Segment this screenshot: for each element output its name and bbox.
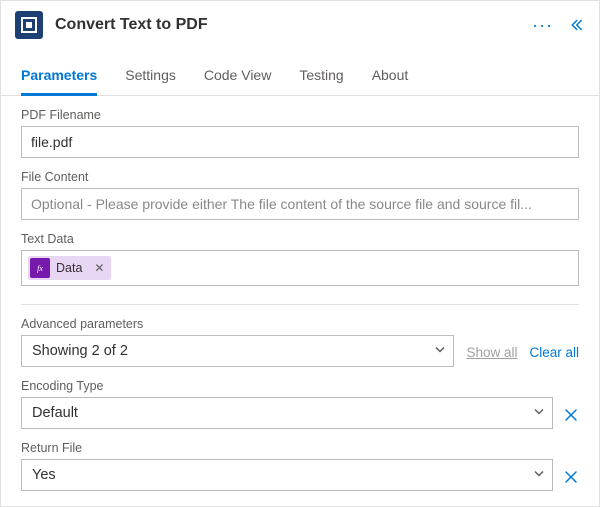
panel-title: Convert Text to PDF (55, 16, 532, 34)
encoding-remove-button[interactable] (563, 407, 579, 429)
more-menu-button[interactable]: ··· (532, 16, 553, 34)
dynamic-content-token[interactable]: fx Data ✕ (28, 256, 111, 280)
token-label: Data (56, 261, 84, 275)
pdf-filename-input[interactable] (21, 126, 579, 158)
advanced-parameters-select[interactable]: Showing 2 of 2 (21, 335, 454, 367)
svg-text:fx: fx (37, 264, 43, 273)
clear-all-link[interactable]: Clear all (529, 345, 579, 367)
connector-icon (15, 11, 43, 39)
action-panel: Convert Text to PDF ··· Parameters Setti… (0, 0, 600, 507)
advanced-summary-text: Showing 2 of 2 (32, 343, 128, 359)
encoding-type-select[interactable]: Default (21, 397, 553, 429)
tab-parameters[interactable]: Parameters (21, 67, 97, 96)
return-file-remove-button[interactable] (563, 469, 579, 491)
tab-codeview[interactable]: Code View (204, 67, 271, 96)
section-divider (21, 304, 579, 305)
tab-settings[interactable]: Settings (125, 67, 176, 96)
return-file-label: Return File (21, 441, 553, 455)
pdf-filename-label: PDF Filename (21, 108, 579, 122)
return-file-select[interactable]: Yes (21, 459, 553, 491)
collapse-button[interactable] (567, 16, 585, 34)
show-all-link[interactable]: Show all (466, 345, 517, 367)
return-file-value: Yes (32, 467, 56, 483)
encoding-type-label: Encoding Type (21, 379, 553, 393)
advanced-parameters-label: Advanced parameters (21, 317, 454, 331)
tab-testing[interactable]: Testing (299, 67, 343, 96)
text-data-input[interactable]: fx Data ✕ (21, 250, 579, 286)
file-content-label: File Content (21, 170, 579, 184)
tab-bar: Parameters Settings Code View Testing Ab… (1, 49, 599, 96)
file-content-input[interactable] (21, 188, 579, 220)
tab-about[interactable]: About (372, 67, 409, 96)
panel-header: Convert Text to PDF ··· (1, 1, 599, 49)
token-remove-button[interactable]: ✕ (90, 261, 108, 275)
fx-icon: fx (30, 258, 50, 278)
panel-body: PDF Filename File Content Text Data fx D… (1, 96, 599, 507)
text-data-label: Text Data (21, 232, 579, 246)
encoding-type-value: Default (32, 405, 78, 421)
